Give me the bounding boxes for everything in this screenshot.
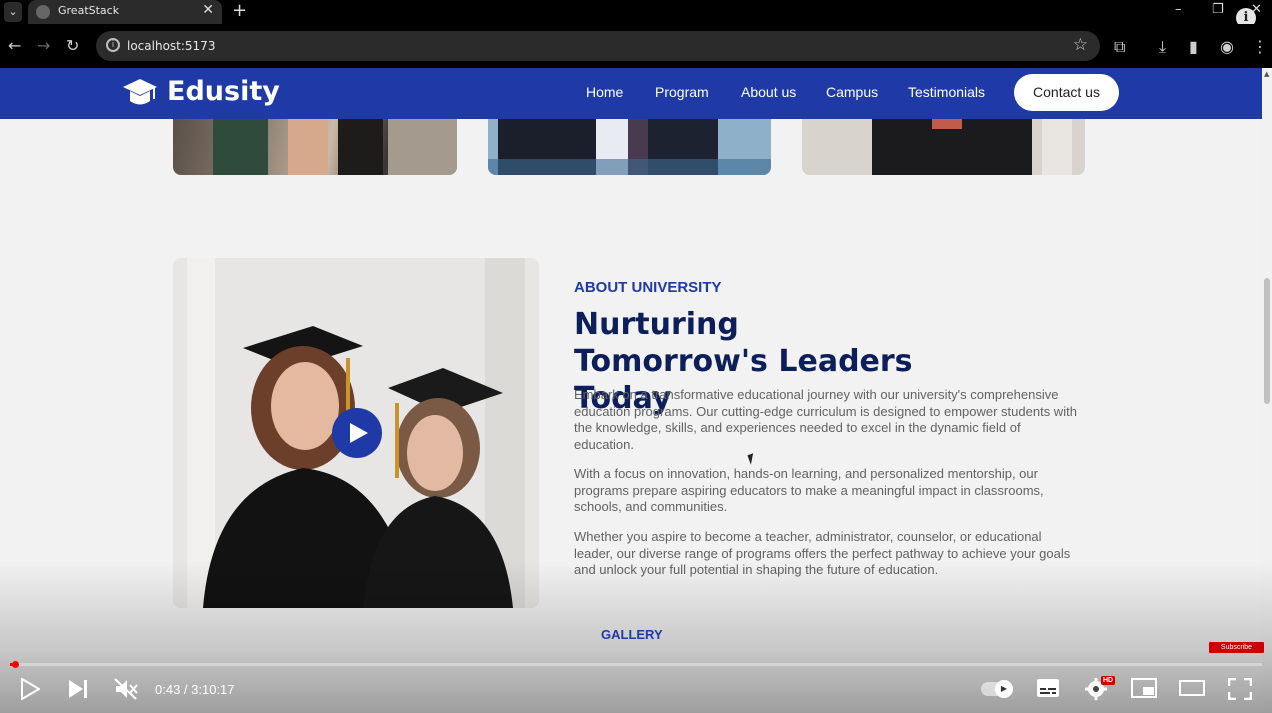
nav-program[interactable]: Program [655,84,709,100]
video-progress-handle[interactable] [12,661,19,668]
video-progress-bar[interactable] [10,661,1262,668]
downloads-icon[interactable]: ⤓ [1159,37,1166,57]
subtitles-button[interactable] [1036,678,1060,703]
bookmark-star-icon[interactable]: ☆ [1073,35,1088,55]
program-photo-graduate [488,119,771,175]
side-panel-icon[interactable]: ▮ [1189,37,1198,56]
miniplayer-button[interactable] [1131,678,1157,703]
scroll-up-arrow-icon[interactable]: ▲ [1264,70,1269,78]
browser-tab[interactable]: GreatStack ✕ [28,0,222,24]
extensions-icon[interactable]: ⧉ [1114,37,1125,57]
window-minimize-button[interactable]: – [1175,2,1182,17]
forward-arrow-icon[interactable]: → [37,36,50,55]
profile-icon[interactable]: ◉ [1220,37,1234,56]
new-tab-button[interactable]: + [232,0,247,21]
browser-tab-strip: ⌄ GreatStack ✕ + – ❐ ✕ [0,0,1272,24]
nav-campus[interactable]: Campus [826,84,878,100]
theater-mode-icon [1179,680,1205,696]
tab-title: GreatStack [58,4,120,17]
fullscreen-icon [1227,677,1253,701]
autoplay-toggle[interactable]: ▶ [981,680,1013,698]
theater-mode-button[interactable] [1179,678,1205,703]
scrollbar-thumb[interactable] [1264,278,1270,404]
autoplay-play-icon: ▶ [995,680,1013,698]
video-time: 0:43 / 3:10:17 [155,682,235,697]
mute-button[interactable] [114,678,138,705]
program-photo-graduates [213,119,457,175]
contact-us-button[interactable]: Contact us [1014,74,1119,111]
window-restore-button[interactable]: ❐ [1212,2,1224,17]
tab-search-button[interactable]: ⌄ [4,2,22,22]
play-video-button[interactable] [332,408,382,458]
skip-next-icon [69,680,87,698]
play-icon [350,423,368,443]
subtitles-icon [1037,679,1059,697]
hd-badge: HD [1101,676,1116,685]
nav-home[interactable]: Home [586,84,623,100]
site-logo-text[interactable]: Edusity [167,76,280,107]
subscribe-watermark[interactable]: Subscribe [1209,642,1264,653]
address-bar[interactable]: i localhost:5173 ☆ [96,31,1100,61]
graduation-cap-logo-icon [123,79,157,105]
nav-about-us[interactable]: About us [741,84,796,100]
volume-muted-icon [114,678,138,700]
tab-close-icon[interactable]: ✕ [202,2,214,18]
program-card-image[interactable] [802,119,1085,175]
about-paragraph: With a focus on innovation, hands-on lea… [574,466,1044,515]
play-button[interactable] [20,677,41,705]
about-paragraph: Embark on a transformative educational j… [574,387,1077,453]
next-video-button[interactable] [67,678,89,705]
tab-favicon-icon [36,5,50,19]
gallery-label: GALLERY [601,627,663,642]
play-icon [21,677,41,701]
browser-toolbar: ← → ↻ i localhost:5173 ☆ ⧉ ⤓ ▮ ◉ ⋮ [0,24,1272,68]
address-url[interactable]: localhost:5173 [127,39,215,53]
back-arrow-icon[interactable]: ← [8,36,21,55]
browser-menu-icon[interactable]: ⋮ [1252,37,1268,56]
nav-testimonials[interactable]: Testimonials [908,84,985,100]
reload-icon[interactable]: ↻ [66,36,79,55]
site-navbar: Edusity Home Program About us Campus Tes… [0,68,1262,119]
miniplayer-icon [1131,678,1157,698]
program-photo-graduate [802,119,1085,175]
fullscreen-button[interactable] [1227,677,1253,705]
about-eyebrow: ABOUT UNIVERSITY [574,279,722,296]
about-university-image [173,258,539,608]
site-info-icon[interactable]: i [106,38,120,52]
program-card-image[interactable] [173,119,457,175]
program-card-image[interactable] [488,119,771,175]
